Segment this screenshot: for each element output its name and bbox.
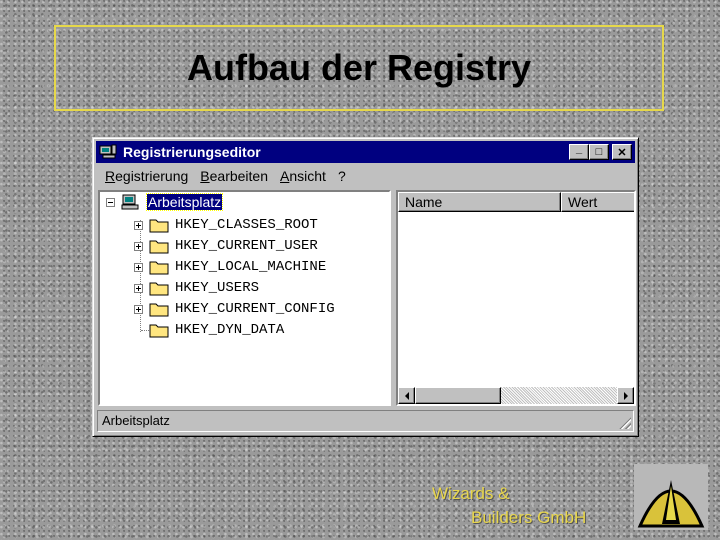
folder-icon (149, 282, 169, 296)
scroll-right-button[interactable] (617, 387, 634, 404)
tree-item-label: HKEY_CURRENT_CONFIG (175, 301, 335, 317)
menu-help[interactable]: ? (332, 166, 352, 186)
menu-accel: A (280, 168, 290, 184)
menu-bearbeiten[interactable]: Bearbeiten (194, 166, 274, 186)
expand-icon[interactable] (134, 241, 143, 251)
tree-item-label: HKEY_DYN_DATA (175, 322, 285, 338)
tree-root-row[interactable]: Arbeitsplatz (106, 192, 224, 212)
window-title: Registrierungseditor (123, 144, 261, 160)
folder-icon (149, 303, 169, 317)
computer-icon (121, 194, 139, 210)
menu-registrierung[interactable]: Registrierung (99, 166, 194, 186)
collapse-icon[interactable] (106, 197, 115, 207)
tree-item-label: HKEY_CURRENT_USER (175, 238, 318, 254)
tree-pane[interactable]: Arbeitsplatz HKEY_CLASSES_ROOT HKEY_CURR… (98, 190, 391, 406)
horizontal-scrollbar[interactable] (398, 387, 634, 404)
status-bar: Arbeitsplatz (97, 410, 634, 432)
menu-ansicht[interactable]: Ansicht (274, 166, 332, 186)
expand-icon[interactable] (134, 262, 143, 272)
expand-icon[interactable] (134, 304, 143, 314)
tree-item[interactable]: HKEY_DYN_DATA (149, 320, 284, 340)
company-line-2: Builders GmbH (471, 508, 587, 527)
tree-item[interactable]: HKEY_CLASSES_ROOT (134, 215, 318, 235)
registry-editor-window: Registrierungseditor _ □ ✕ Registrierung… (92, 137, 639, 437)
arrow-right-icon (623, 391, 628, 400)
tree-item[interactable]: HKEY_CURRENT_USER (134, 236, 318, 256)
minimize-icon: _ (575, 143, 583, 155)
tree-item-label: HKEY_USERS (175, 280, 260, 296)
menu-bar: Registrierung Bearbeiten Ansicht ? (99, 166, 352, 186)
company-name: Wizards & Builders GmbH (424, 482, 618, 532)
scroll-left-button[interactable] (398, 387, 415, 404)
tree-item-label: HKEY_LOCAL_MACHINE (175, 259, 327, 275)
tree-item[interactable]: HKEY_LOCAL_MACHINE (134, 257, 326, 277)
tree-root-label: Arbeitsplatz (145, 193, 224, 211)
folder-icon (149, 324, 169, 338)
menu-rest: nsicht (289, 168, 326, 184)
menu-rest: egistrierung (115, 168, 189, 184)
tree-item-label: HKEY_CLASSES_ROOT (175, 217, 318, 233)
titlebar[interactable]: Registrierungseditor _ □ ✕ (96, 141, 635, 163)
status-text: Arbeitsplatz (102, 413, 170, 428)
folder-icon (149, 240, 169, 254)
close-button[interactable]: ✕ (612, 144, 632, 160)
folder-icon (149, 219, 169, 233)
company-line-1: Wizards & (432, 484, 510, 503)
expand-icon[interactable] (134, 283, 143, 293)
minimize-button[interactable]: _ (569, 143, 589, 160)
menu-rest: earbeiten (209, 168, 269, 184)
tree-item[interactable]: HKEY_CURRENT_CONFIG (134, 299, 335, 319)
column-header-value[interactable]: Wert (561, 192, 634, 212)
scroll-thumb[interactable] (415, 387, 501, 404)
menu-accel: R (105, 168, 116, 184)
menu-accel: B (200, 168, 210, 184)
expand-icon[interactable] (134, 220, 143, 230)
maximize-icon: □ (595, 146, 603, 158)
column-header-name[interactable]: Name (398, 192, 561, 212)
tree-item[interactable]: HKEY_USERS (134, 278, 259, 298)
registry-editor-icon (99, 144, 117, 159)
arrow-left-icon (404, 391, 409, 400)
wizard-hat-logo-icon (634, 464, 708, 530)
tree-connector (141, 330, 149, 331)
slide-title: Aufbau der Registry (186, 47, 532, 88)
maximize-button[interactable]: □ (589, 144, 609, 160)
resize-grip-icon[interactable] (619, 417, 631, 429)
folder-icon (149, 261, 169, 275)
values-pane[interactable]: Name Wert (396, 190, 636, 406)
slide-title-box: Aufbau der Registry (54, 25, 664, 111)
close-icon: ✕ (617, 146, 627, 159)
